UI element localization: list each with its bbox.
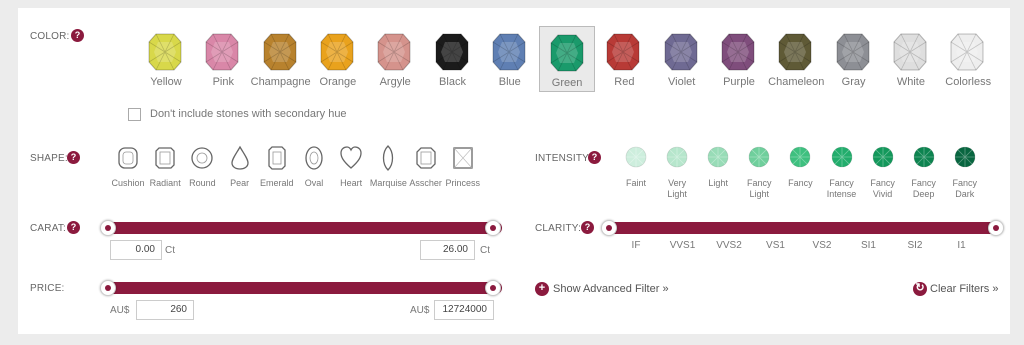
shape-label: SHAPE: (30, 153, 68, 164)
gem-icon (950, 33, 984, 71)
intensity-option[interactable]: Fancy Light (737, 144, 781, 204)
carat-min-input[interactable]: 0.00 (110, 240, 162, 260)
carat-max-handle[interactable] (485, 220, 501, 236)
asscher-icon (415, 147, 436, 169)
cushion-icon (118, 147, 138, 169)
radiant-icon (155, 147, 175, 169)
show-advanced-filter-link[interactable]: Show Advanced Filter » (553, 283, 669, 295)
princess-icon (453, 147, 473, 169)
filter-panel: COLOR: ? Yellow Pink Champagne Orange Argyle… (18, 8, 1010, 334)
emerald-icon (268, 146, 286, 170)
gem-icon (377, 33, 411, 71)
price-min-currency: AU$ (110, 305, 130, 316)
intensity-label: INTENSITY: (535, 153, 592, 164)
intensity-help-icon[interactable]: ? (588, 151, 601, 164)
marquise-icon (383, 145, 394, 171)
gem-icon (893, 33, 927, 71)
clarity-tick-label: SI2 (907, 240, 923, 251)
intensity-label-line: Fancy (952, 178, 978, 188)
clarity-tick-label: VVS1 (669, 240, 696, 251)
shape-help-icon[interactable]: ? (67, 151, 80, 164)
gem-icon (789, 146, 811, 168)
intensity-option[interactable]: Fancy Dark (943, 144, 987, 204)
gem-icon (836, 33, 870, 71)
gem-icon (707, 146, 729, 168)
heart-icon (340, 146, 362, 169)
clarity-tick-label: I1 (957, 240, 966, 251)
gem-icon (666, 146, 688, 168)
refresh-icon[interactable]: ↻ (913, 282, 927, 296)
carat-max-unit: Ct (480, 245, 490, 256)
gem-icon (625, 146, 647, 168)
color-option-colorless[interactable]: Colorless (940, 26, 996, 92)
carat-help-icon[interactable]: ? (67, 221, 80, 234)
clarity-tick-label: VVS2 (716, 240, 742, 251)
price-min-handle[interactable] (100, 280, 116, 296)
clarity-tick-label: IF (631, 240, 641, 251)
clarity-slider-track[interactable] (603, 222, 1003, 234)
gem-icon (913, 146, 935, 168)
gem-icon (606, 33, 640, 71)
secondary-hue-label: Don't include stones with secondary hue (150, 108, 347, 120)
clarity-max-handle[interactable] (988, 220, 1004, 236)
gem-icon (435, 33, 468, 71)
price-slider-track[interactable] (102, 282, 502, 294)
shape-option-princess[interactable]: Princess (443, 143, 483, 193)
carat-min-handle[interactable] (100, 220, 116, 236)
gem-icon (263, 33, 297, 71)
gem-icon (954, 146, 976, 168)
gem-icon (148, 33, 182, 71)
intensity-option[interactable]: Very Light (655, 144, 699, 204)
clarity-tick-label: VS2 (812, 240, 832, 251)
clarity-help-icon[interactable]: ? (581, 221, 594, 234)
color-help-icon[interactable]: ? (71, 29, 84, 42)
gem-icon (872, 146, 893, 168)
price-label: PRICE: (30, 283, 65, 294)
price-max-input[interactable]: 12724000 (434, 300, 494, 320)
gem-icon (778, 33, 812, 71)
intensity-label-line: Dark (955, 189, 975, 199)
price-min-input[interactable]: 260 (136, 300, 194, 320)
gem-icon (320, 33, 354, 71)
carat-max-input[interactable]: 26.00 (420, 240, 475, 260)
shape-option-label: Princess (445, 178, 481, 188)
secondary-hue-checkbox[interactable] (128, 108, 141, 121)
clarity-label: CLARITY: (535, 223, 582, 234)
oval-icon (305, 146, 323, 170)
pear-icon (230, 145, 249, 170)
carat-min-unit: Ct (165, 245, 175, 256)
gem-icon (205, 33, 239, 71)
gem-icon (831, 146, 852, 168)
gem-icon (664, 33, 698, 71)
color-label: COLOR: (30, 31, 70, 42)
price-max-handle[interactable] (485, 280, 501, 296)
gem-icon (550, 34, 584, 72)
gem-icon (721, 33, 755, 71)
gem-icon (492, 33, 526, 71)
price-max-currency: AU$ (410, 305, 430, 316)
clarity-min-handle[interactable] (601, 220, 617, 236)
clear-filters-link[interactable]: Clear Filters » (930, 283, 998, 295)
gem-icon (748, 146, 770, 168)
plus-icon[interactable]: + (535, 282, 549, 296)
carat-label: CARAT: (30, 223, 67, 234)
intensity-option-label: Fancy Dark (939, 178, 991, 200)
clarity-tick-label: SI1 (860, 240, 876, 251)
carat-slider-track[interactable] (102, 222, 502, 234)
color-option-label: Colorless (945, 76, 992, 88)
clarity-tick-label: VS1 (766, 240, 785, 251)
round-icon (191, 147, 214, 169)
